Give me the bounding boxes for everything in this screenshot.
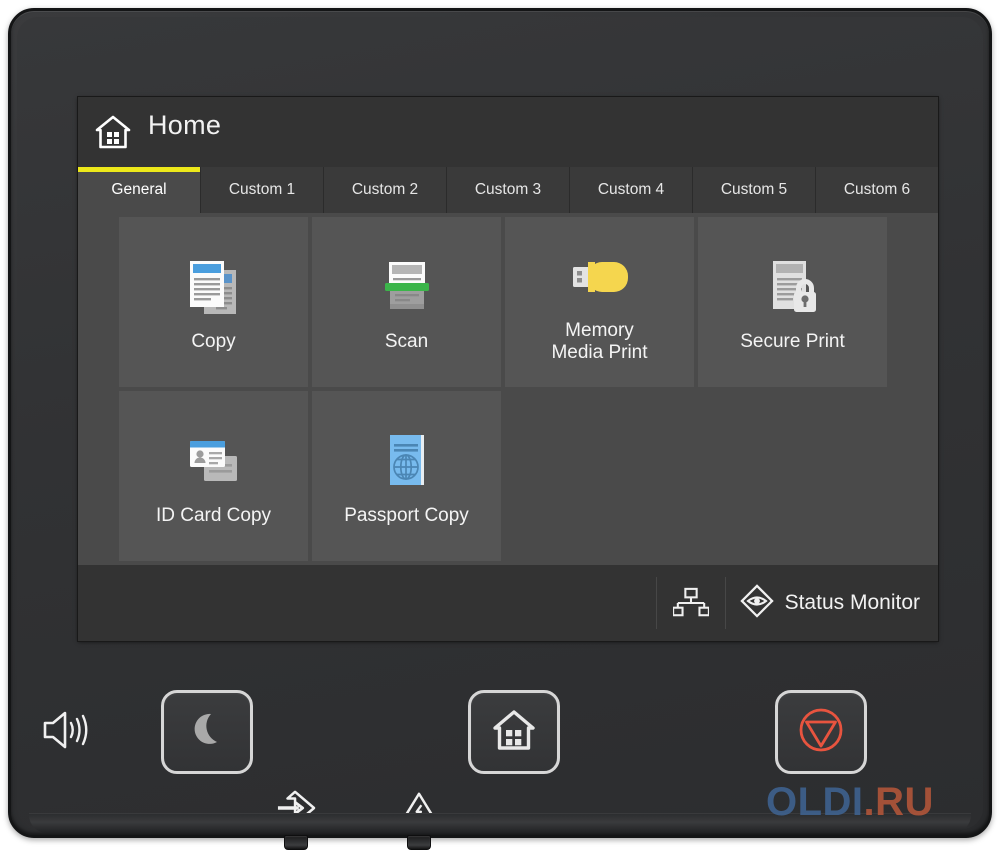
network-lan-icon[interactable] (655, 577, 726, 629)
tile-empty-slot (698, 391, 887, 561)
crescent-moon-icon (185, 708, 229, 757)
tab-label: Custom 1 (228, 181, 296, 198)
tab-label: General (111, 181, 167, 198)
tab-custom-6[interactable]: Custom 6 (816, 167, 938, 213)
tile-label-line-2: Media Print (551, 342, 648, 363)
home-button[interactable] (468, 690, 560, 774)
tile-label: Memory Media Print (547, 320, 651, 365)
tab-label: Custom 2 (351, 181, 419, 198)
copy-documents-icon (178, 251, 250, 325)
tab-custom-1[interactable]: Custom 1 (201, 167, 324, 213)
scanner-icon (371, 251, 443, 325)
sleep-button[interactable] (161, 690, 253, 774)
tab-label: Custom 6 (843, 181, 911, 198)
eye-diamond-icon (739, 583, 774, 623)
tile-id-card-copy[interactable]: ID Card Copy (119, 391, 308, 561)
processing-led-lamp (284, 835, 308, 850)
lcd-touchscreen[interactable]: Home General Custom 1 Custom 2 Custom 3 … (78, 97, 938, 641)
passport-globe-icon (371, 425, 443, 499)
tile-passport-copy[interactable]: Passport Copy (312, 391, 501, 561)
home-house-icon (491, 707, 537, 758)
id-card-icon (178, 425, 250, 499)
tile-memory-media-print[interactable]: Memory Media Print (505, 217, 694, 387)
tile-row: Copy Scan Memory Media Print Secure Prin… (78, 217, 938, 387)
status-monitor-label: Status Monitor (784, 591, 920, 614)
tile-secure-print[interactable]: Secure Print (698, 217, 887, 387)
tab-custom-5[interactable]: Custom 5 (693, 167, 816, 213)
page-title: Home (148, 110, 222, 140)
tile-label: Scan (384, 330, 429, 352)
tab-bar: General Custom 1 Custom 2 Custom 3 Custo… (78, 167, 938, 213)
tile-label-line-1: Memory (565, 319, 634, 341)
status-monitor-button[interactable]: Status Monitor (726, 577, 938, 629)
speaker-volume-icon (41, 709, 91, 751)
document-lock-icon (757, 251, 829, 325)
screen-header: Home (78, 97, 938, 167)
tile-label: ID Card Copy (155, 504, 272, 526)
tile-scan[interactable]: Scan (312, 217, 501, 387)
status-bar: Status Monitor (78, 565, 938, 641)
home-house-icon (94, 113, 132, 151)
stop-circle-triangle-icon (797, 706, 845, 759)
error-led-lamp (407, 835, 431, 850)
tile-label: Passport Copy (344, 504, 469, 526)
tile-label: Secure Print (740, 330, 845, 352)
printer-control-panel: Home General Custom 1 Custom 2 Custom 3 … (8, 8, 992, 850)
device-bottom-lip (29, 813, 971, 833)
tab-label: Custom 3 (474, 181, 542, 198)
tab-custom-2[interactable]: Custom 2 (324, 167, 447, 213)
stop-button[interactable] (775, 690, 867, 774)
tab-custom-4[interactable]: Custom 4 (570, 167, 693, 213)
tile-copy[interactable]: Copy (119, 217, 308, 387)
tab-label: Custom 4 (597, 181, 665, 198)
tile-label: Copy (191, 330, 236, 352)
tile-row: ID Card Copy Passport Copy (78, 391, 938, 561)
tile-empty-slot (505, 391, 694, 561)
tab-general[interactable]: General (78, 167, 201, 213)
usb-flash-drive-icon (564, 240, 636, 314)
function-tile-grid: Copy Scan Memory Media Print Secure Prin… (78, 213, 938, 565)
tab-label: Custom 5 (720, 181, 788, 198)
tab-custom-3[interactable]: Custom 3 (447, 167, 570, 213)
